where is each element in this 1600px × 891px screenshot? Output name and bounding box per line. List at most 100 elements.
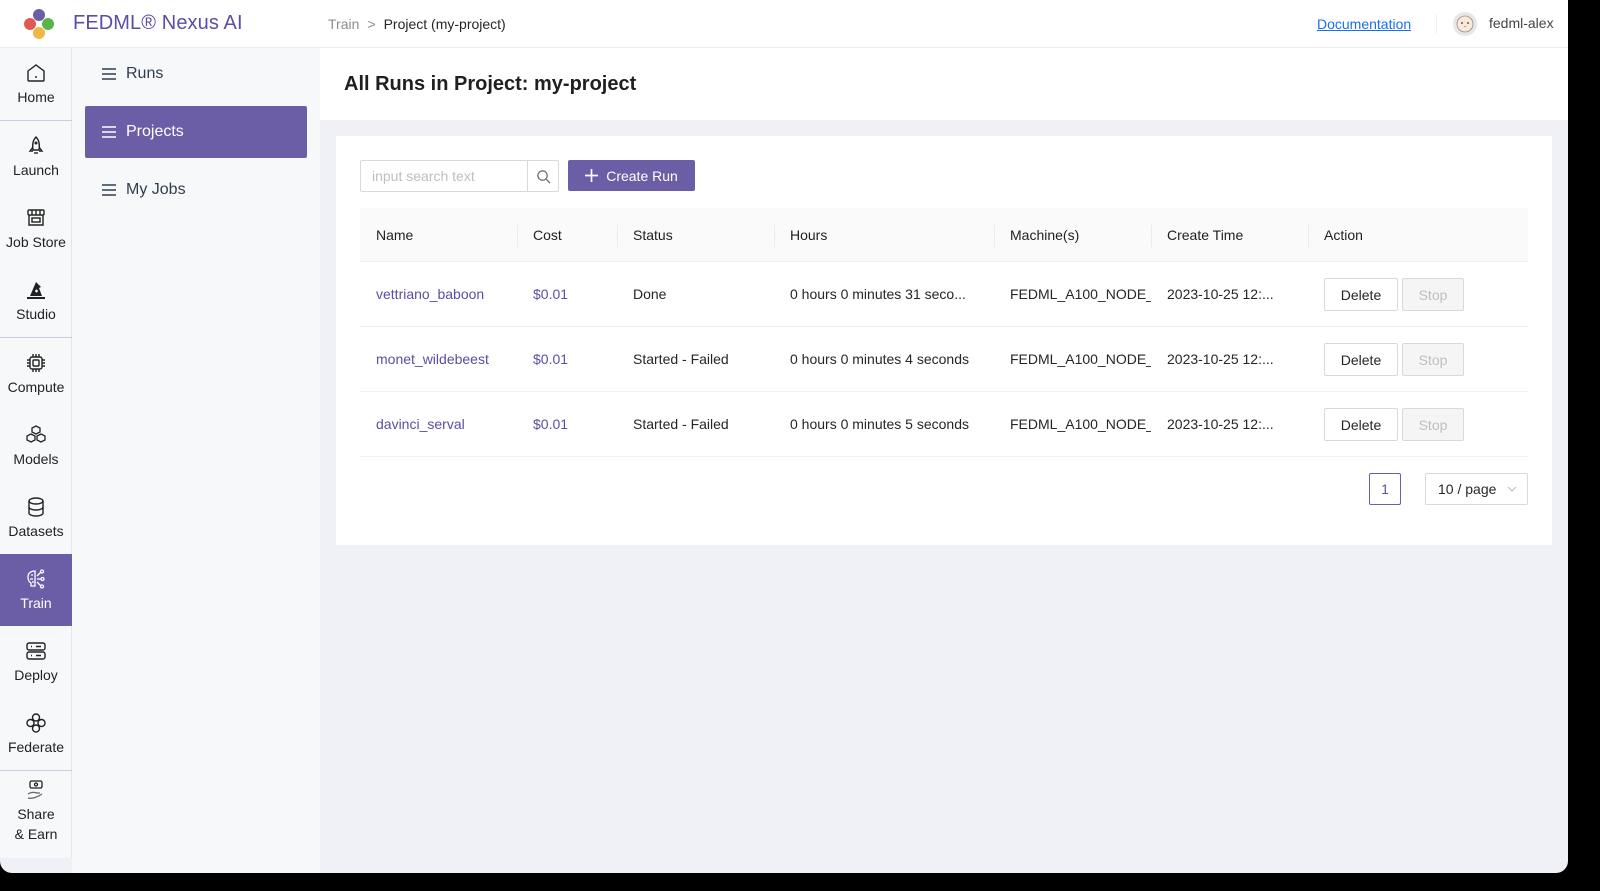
page-title: All Runs in Project: my-project	[344, 73, 637, 95]
nav-compute[interactable]: Compute	[0, 338, 72, 410]
delete-button[interactable]: Delete	[1324, 278, 1398, 311]
stop-button[interactable]: Stop	[1402, 278, 1464, 311]
username[interactable]: fedml-alex	[1489, 15, 1554, 31]
delete-button[interactable]: Delete	[1324, 343, 1398, 376]
create-run-label: Create Run	[606, 167, 678, 184]
nav-job-store[interactable]: Job Store	[0, 193, 72, 265]
database-icon	[28, 497, 44, 517]
column-header-machines: Machine(s)	[994, 208, 1151, 262]
nav-datasets[interactable]: Datasets	[0, 482, 72, 554]
run-machines: FEDML_A100_NODE_	[1010, 351, 1151, 367]
nav-deploy[interactable]: Deploy	[0, 626, 72, 698]
column-header-create-time: Create Time	[1151, 208, 1308, 262]
server-icon	[26, 642, 46, 660]
run-status: Started - Failed	[633, 351, 729, 367]
brand-name: FEDML® Nexus AI	[73, 12, 243, 34]
run-name-link[interactable]: vettriano_baboon	[360, 262, 517, 326]
search-icon	[536, 169, 550, 183]
table-row: monet_wildebeest $0.01 Started - Failed …	[360, 327, 1528, 392]
menu-icon	[102, 68, 116, 80]
run-create-time: 2023-10-25 12:...	[1167, 286, 1274, 302]
nav-home-label: Home	[17, 89, 55, 105]
nav-home[interactable]: Home	[0, 48, 72, 120]
nav-launch[interactable]: Launch	[0, 121, 72, 193]
top-header: FEDML® Nexus AI Train > Project (my-projec…	[0, 0, 1568, 48]
page-size-select[interactable]: 10 / page	[1425, 473, 1528, 505]
page-header: All Runs in Project: my-project	[320, 48, 1568, 120]
brain-network-icon	[27, 569, 45, 589]
header-divider	[1436, 14, 1437, 34]
rocket-icon	[28, 136, 44, 154]
search-input[interactable]	[361, 161, 527, 191]
nav-models[interactable]: Models	[0, 410, 72, 482]
nav-launch-label: Launch	[13, 162, 59, 178]
breadcrumb-separator: >	[367, 16, 376, 32]
table-header: Name Cost Status Hours Machine(s) Create…	[360, 208, 1528, 262]
run-machines: FEDML_A100_NODE_	[1010, 286, 1151, 302]
run-name-link[interactable]: davinci_serval	[360, 392, 517, 456]
fedml-logo-icon[interactable]	[22, 7, 56, 41]
column-header-status: Status	[617, 208, 774, 262]
column-header-cost: Cost	[517, 208, 617, 262]
main-nav-rail: Home Launch Job Store Studio Compute Mod…	[0, 48, 72, 858]
nav-share-earn-label-1: Share	[17, 806, 55, 822]
nav-datasets-label: Datasets	[8, 523, 64, 539]
breadcrumb-train[interactable]: Train	[328, 16, 359, 32]
breadcrumb: Train > Project (my-project)	[328, 16, 506, 32]
pagination-page-1[interactable]: 1	[1369, 473, 1401, 505]
chevron-down-icon	[1507, 486, 1517, 492]
search-button[interactable]	[527, 161, 558, 191]
page-size-value: 10 / page	[1438, 481, 1497, 497]
menu-icon	[102, 126, 116, 138]
home-icon	[27, 64, 45, 82]
nav-federate[interactable]: Federate	[0, 698, 72, 770]
nav-studio-label: Studio	[16, 306, 56, 322]
stop-button[interactable]: Stop	[1402, 408, 1464, 441]
nav-share-earn-label-2: & Earn	[14, 826, 58, 842]
nav-models-label: Models	[13, 451, 59, 467]
nav-deploy-label: Deploy	[14, 667, 58, 683]
search-box	[360, 160, 559, 192]
wizard-hat-icon	[27, 282, 45, 299]
run-hours: 0 hours 0 minutes 5 seconds	[790, 416, 969, 432]
stop-button[interactable]: Stop	[1402, 343, 1464, 376]
subnav-item-projects[interactable]: Projects	[85, 106, 307, 158]
run-hours: 0 hours 0 minutes 31 seco...	[790, 286, 966, 302]
delete-button[interactable]: Delete	[1324, 408, 1398, 441]
run-cost: $0.01	[533, 286, 569, 302]
store-icon	[27, 209, 45, 226]
subnav-item-label: My Jobs	[126, 181, 186, 198]
run-create-time: 2023-10-25 12:...	[1167, 351, 1274, 367]
avatar[interactable]	[1453, 12, 1477, 36]
run-create-time: 2023-10-25 12:...	[1167, 416, 1274, 432]
nav-train-label: Train	[20, 595, 52, 611]
column-header-action: Action	[1308, 208, 1528, 262]
hand-money-icon	[27, 780, 43, 800]
nav-train[interactable]: Train	[0, 554, 72, 626]
run-status: Done	[633, 286, 667, 302]
avatar-face-icon	[1456, 15, 1474, 33]
run-name-link[interactable]: monet_wildebeest	[360, 327, 517, 391]
run-cost: $0.01	[533, 351, 569, 367]
nav-compute-label: Compute	[7, 379, 65, 395]
nav-studio[interactable]: Studio	[0, 265, 72, 337]
create-run-button[interactable]: Create Run	[568, 160, 695, 191]
nav-share-earn[interactable]: Share & Earn	[0, 771, 72, 851]
nav-federate-label: Federate	[7, 739, 65, 755]
subnav-item-my-jobs[interactable]: My Jobs	[85, 164, 307, 216]
chip-icon	[27, 354, 45, 372]
run-hours: 0 hours 0 minutes 4 seconds	[790, 351, 969, 367]
app-window: FEDML® Nexus AI Train > Project (my-projec…	[0, 0, 1568, 873]
subnav-item-label: Runs	[126, 65, 164, 82]
run-status: Started - Failed	[633, 416, 729, 432]
plus-icon	[585, 169, 599, 182]
subnav-item-label: Projects	[126, 123, 184, 140]
menu-icon	[102, 184, 116, 196]
column-header-name: Name	[376, 227, 414, 243]
runs-card: Create Run Name Cost Status Hours Machin…	[336, 136, 1552, 545]
runs-table: Name Cost Status Hours Machine(s) Create…	[360, 208, 1528, 457]
subnav-item-runs[interactable]: Runs	[85, 48, 307, 100]
table-row: davinci_serval $0.01 Started - Failed 0 …	[360, 392, 1528, 457]
documentation-link[interactable]: Documentation	[1317, 16, 1411, 32]
run-cost: $0.01	[533, 416, 569, 432]
